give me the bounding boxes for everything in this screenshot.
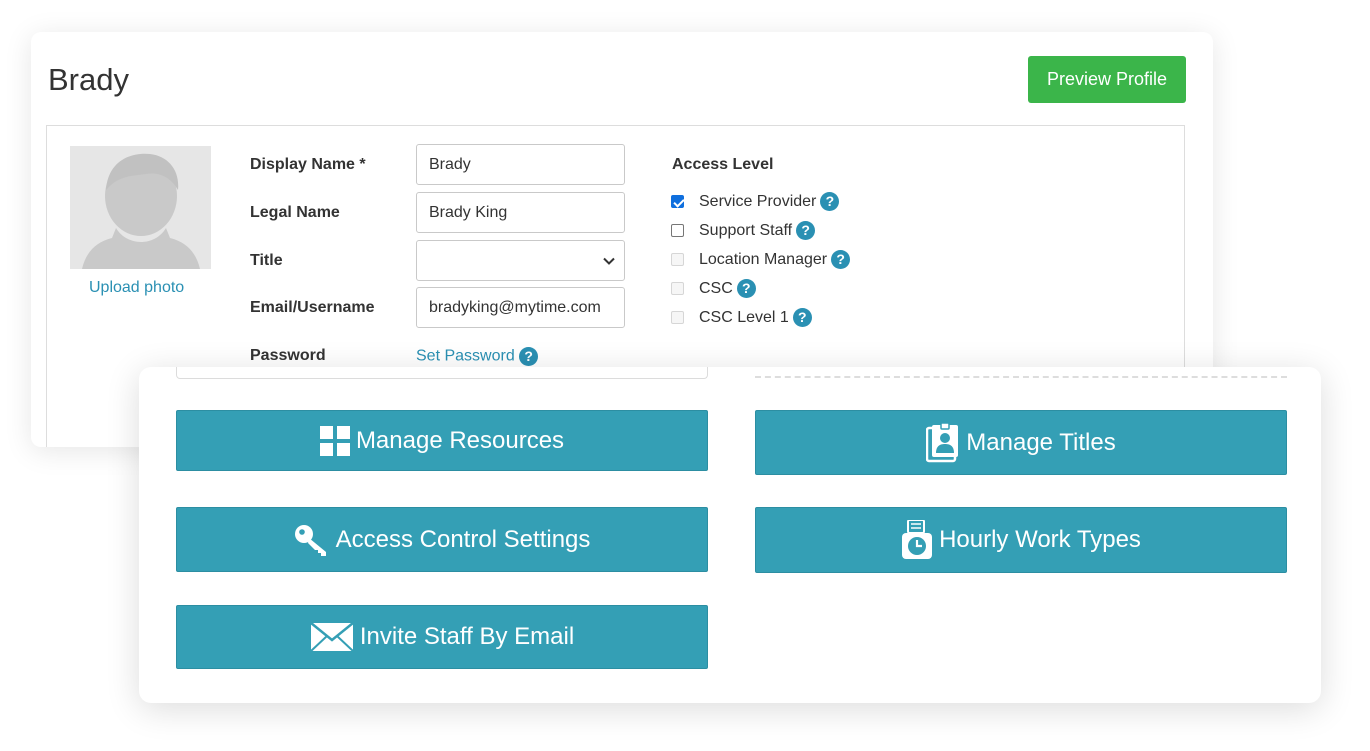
- manage-titles-button[interactable]: Manage Titles: [755, 410, 1287, 475]
- manage-titles-label: Manage Titles: [966, 428, 1116, 456]
- settings-actions-card: Manage Resources Manage Titles Access Co…: [139, 367, 1321, 703]
- manage-resources-button[interactable]: Manage Resources: [176, 410, 708, 471]
- display-name-field[interactable]: Brady: [416, 144, 625, 185]
- access-option-label: Support Staff: [699, 221, 793, 239]
- access-control-settings-label: Access Control Settings: [335, 525, 591, 553]
- profile-name: Brady: [48, 62, 129, 97]
- key-icon: [294, 524, 326, 556]
- hourly-work-types-button[interactable]: Hourly Work Types: [755, 507, 1287, 573]
- manage-resources-label: Manage Resources: [355, 426, 565, 454]
- hourly-work-types-label: Hourly Work Types: [939, 526, 1141, 553]
- help-icon[interactable]: ?: [519, 347, 539, 366]
- access-control-settings-button[interactable]: Access Control Settings: [176, 507, 708, 572]
- access-option-location-manager: Location Manager ?: [671, 250, 851, 269]
- checkbox-disabled: [671, 282, 684, 295]
- set-password-label: Set Password: [416, 347, 515, 365]
- access-option-csc: CSC ?: [671, 279, 756, 298]
- access-level-title: Access Level: [672, 156, 774, 173]
- access-option-label: Location Manager: [699, 250, 828, 268]
- checkbox-disabled: [671, 253, 684, 266]
- set-password-link[interactable]: Set Password ?: [416, 347, 539, 366]
- checkbox[interactable]: [671, 224, 684, 237]
- grid-icon: [319, 425, 350, 456]
- access-option-service-provider[interactable]: Service Provider ?: [671, 192, 840, 211]
- email-label: Email/Username: [250, 299, 375, 316]
- password-label: Password: [250, 347, 326, 364]
- checkbox-disabled: [671, 311, 684, 324]
- invite-staff-label: Invite Staff By Email: [359, 623, 575, 650]
- display-name-label: Display Name *: [250, 156, 366, 173]
- legal-name-field[interactable]: Brady King: [416, 192, 625, 233]
- envelope-icon: [310, 622, 354, 652]
- invite-staff-by-email-button[interactable]: Invite Staff By Email: [176, 605, 708, 669]
- help-icon[interactable]: ?: [792, 308, 812, 327]
- avatar[interactable]: [70, 146, 211, 269]
- upload-photo-link[interactable]: Upload photo: [89, 279, 184, 297]
- help-icon[interactable]: ?: [796, 221, 816, 240]
- dashed-divider: [755, 376, 1287, 378]
- person-silhouette-icon: [82, 153, 200, 269]
- clock-clipboard-icon: [902, 520, 933, 559]
- partial-button-edge: [176, 367, 708, 379]
- access-option-label: CSC Level 1: [699, 308, 789, 326]
- help-icon[interactable]: ?: [820, 192, 840, 211]
- title-select[interactable]: [416, 240, 625, 281]
- access-option-support-staff[interactable]: Support Staff ?: [671, 221, 816, 240]
- help-icon[interactable]: ?: [736, 279, 756, 298]
- checkbox-checked[interactable]: [671, 195, 684, 208]
- id-badge-icon: [926, 422, 959, 462]
- preview-profile-button[interactable]: Preview Profile: [1028, 56, 1186, 103]
- help-icon[interactable]: ?: [831, 250, 851, 269]
- access-option-label: Service Provider: [699, 192, 817, 210]
- legal-name-label: Legal Name: [250, 204, 340, 221]
- email-field[interactable]: bradyking@mytime.com: [416, 287, 625, 328]
- access-option-label: CSC: [699, 279, 733, 297]
- access-option-csc-level-1: CSC Level 1 ?: [671, 308, 812, 327]
- title-label: Title: [250, 252, 283, 269]
- chevron-down-icon: [603, 257, 615, 265]
